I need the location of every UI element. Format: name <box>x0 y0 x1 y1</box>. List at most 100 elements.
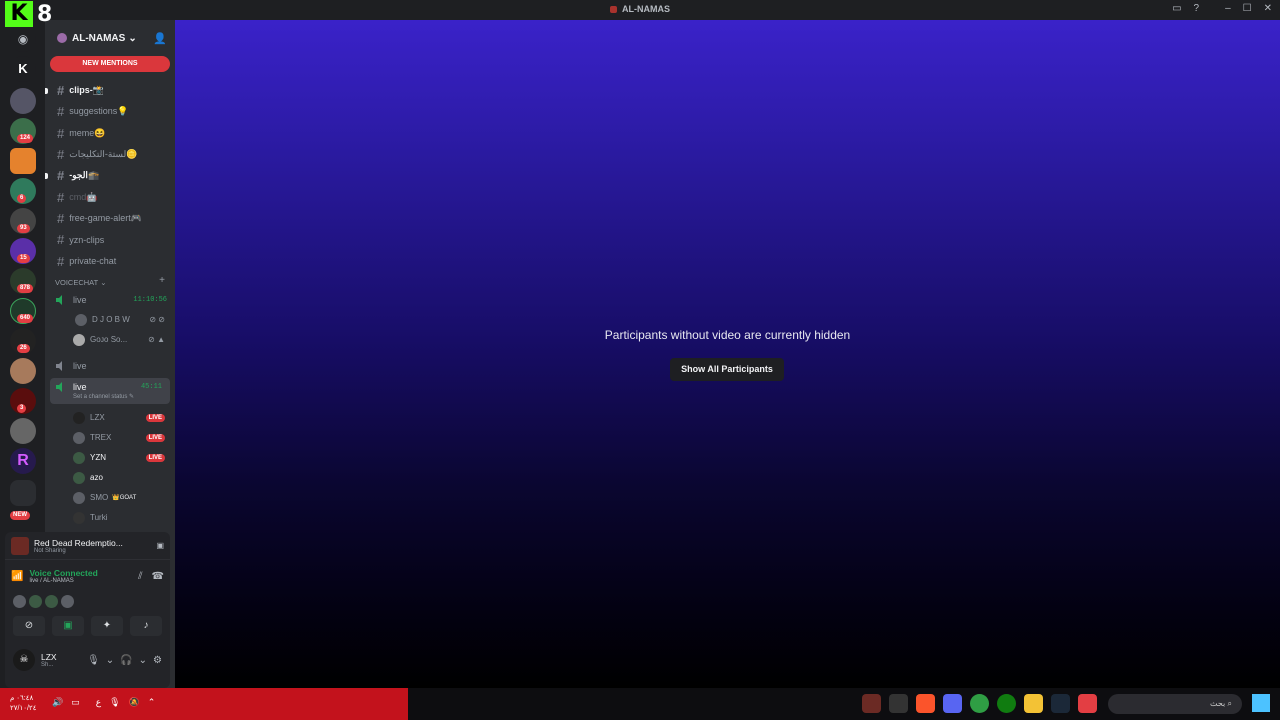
clock-time: ٠٦:٤٨ م <box>10 695 34 702</box>
channel-suggestions[interactable]: # suggestions💡 <box>45 101 175 122</box>
server-icon <box>610 6 617 13</box>
voice-buttons: ⫽ ☎ <box>138 571 164 582</box>
unread-badge: 15 <box>17 254 30 263</box>
category-voicechat[interactable]: VOICECHAT ⌄ + <box>45 272 175 290</box>
server-icon-offline[interactable] <box>10 148 36 174</box>
new-mentions-button[interactable]: NEW MENTIONS <box>50 56 170 72</box>
invite-people-icon[interactable]: 👤 <box>153 32 167 45</box>
server-folder-icon[interactable] <box>10 480 36 506</box>
channel-cmd[interactable]: # cmd🤖 <box>45 186 175 207</box>
voice-member[interactable]: Gᴏᴊᴏ Sᴏ... ⊘ ▲ <box>45 330 175 350</box>
channel-private-chat[interactable]: # private-chat <box>45 250 175 271</box>
channel-arabic-list[interactable]: # لستة-التكليجات🪙 <box>45 144 175 165</box>
discord-icon[interactable] <box>943 694 962 713</box>
taskbar-search[interactable]: بحث ⌕ <box>1108 694 1242 714</box>
channel-name: free-game-alert🎮 <box>69 212 142 223</box>
voice-member[interactable]: YZN LIVE <box>45 448 175 468</box>
chrome-icon[interactable] <box>970 694 989 713</box>
taskbar-apps <box>862 694 1097 713</box>
camera-off-button[interactable]: ⊘ <box>13 616 45 636</box>
voice-member[interactable]: D J O B W ⊘ ⊘ <box>45 310 175 330</box>
title-bar: AL-NAMAS ▭ ? – ☐ ✕ <box>0 0 1280 20</box>
avatar <box>29 594 42 608</box>
voice-member[interactable]: azo <box>45 468 175 488</box>
chevron-up-icon[interactable]: ⌃ <box>148 697 156 708</box>
create-channel-icon[interactable]: + <box>159 275 165 290</box>
game-activity[interactable]: Red Dead Redemptio... Not Sharing ▣ <box>5 532 170 560</box>
maximize-button[interactable]: ☐ <box>1243 3 1252 14</box>
avatar <box>73 511 85 524</box>
server-icon[interactable] <box>10 88 36 114</box>
voice-member[interactable]: TREX LIVE <box>45 428 175 448</box>
disconnect-icon[interactable]: ☎ <box>152 571 164 582</box>
user-avatar[interactable]: ☠ <box>13 649 35 671</box>
channel-name: suggestions💡 <box>69 106 129 117</box>
channel-meme[interactable]: # meme😆 <box>45 123 175 144</box>
search-placeholder: بحث <box>1210 699 1226 708</box>
voice-connected-label[interactable]: Voice Connected <box>29 568 97 578</box>
youtube-icon[interactable] <box>1078 694 1097 713</box>
screen-share-icon[interactable]: ▣ <box>156 541 164 550</box>
game-app-icon[interactable] <box>862 694 881 713</box>
voice-channel-live-active[interactable]: live 45:11 Set a channel status ✎ <box>50 377 170 404</box>
inbox-icon[interactable]: ▭ <box>1172 3 1181 14</box>
headphones-icon[interactable]: 🎧 <box>120 655 132 666</box>
screen-share-button[interactable]: ▣ <box>52 616 84 636</box>
activities-button[interactable]: ✦ <box>91 616 123 636</box>
gear-icon[interactable]: ⚙ <box>153 655 162 666</box>
windows-start-icon[interactable] <box>1252 694 1270 712</box>
game-icon <box>11 536 29 555</box>
channel-name: clips-📸 <box>69 85 104 96</box>
xbox-icon[interactable] <box>997 694 1016 713</box>
channel-arabic-jaw[interactable]: # -الجو🕋 <box>45 165 175 186</box>
microphone-icon[interactable]: 🎙 <box>109 697 120 708</box>
language-indicator[interactable]: ع <box>96 697 101 708</box>
display-icon[interactable]: ▭ <box>71 697 80 708</box>
volume-icon[interactable]: 🔊 <box>52 697 63 708</box>
unread-pip <box>45 172 48 179</box>
system-clock[interactable]: ٠٦:٤٨ م ٢٧/١٠/٢٤ <box>10 694 36 714</box>
app-icon[interactable] <box>889 694 908 713</box>
close-button[interactable]: ✕ <box>1264 3 1272 14</box>
channel-yzn-clips[interactable]: # yzn-clips <box>45 229 175 250</box>
soundboard-button[interactable]: ♪ <box>130 616 162 636</box>
live-badge: LIVE <box>145 413 165 422</box>
channel-free-game-alert[interactable]: # free-game-alert🎮 <box>45 208 175 229</box>
voice-channel-name: live <box>73 360 87 371</box>
channel-status[interactable]: Set a channel status ✎ <box>73 393 134 400</box>
brave-icon[interactable] <box>916 694 935 713</box>
deafened-muted-icons: ⊘ ⊘ <box>149 315 165 325</box>
muted-playstation-icons: ⊘ ▲ <box>148 335 165 345</box>
notifications-off-icon[interactable]: 🔕 <box>129 697 140 708</box>
server-icon-kick[interactable]: K <box>10 56 36 82</box>
minimize-button[interactable]: – <box>1225 3 1231 14</box>
voice-member[interactable]: SMO 👑GOAT <box>45 488 175 508</box>
discord-home-icon[interactable]: ◉ <box>10 26 36 52</box>
server-icon[interactable]: R <box>10 448 36 474</box>
noise-suppression-icon[interactable]: ⫽ <box>138 571 142 582</box>
voice-channel-live-2[interactable]: live <box>45 356 175 376</box>
chevron-down-icon[interactable]: ⌄ <box>139 655 147 666</box>
file-explorer-icon[interactable] <box>1024 694 1043 713</box>
chevron-down-icon[interactable]: ⌄ <box>106 655 114 666</box>
unread-badge: 93 <box>17 224 30 233</box>
show-all-participants-button[interactable]: Show All Participants <box>670 358 784 381</box>
channel-name: yzn-clips <box>69 234 105 245</box>
microphone-icon[interactable]: 🎙 <box>87 655 100 666</box>
server-icon[interactable] <box>10 418 36 444</box>
avatar <box>13 594 26 608</box>
voice-member[interactable]: LZX LIVE <box>45 408 175 428</box>
voice-channel-live-1[interactable]: live 11:10:56 <box>45 290 175 310</box>
member-tag: 👑GOAT <box>112 495 137 502</box>
search-icon: ⌕ <box>1227 699 1232 708</box>
speaker-icon <box>56 382 62 393</box>
server-icon[interactable] <box>10 358 36 384</box>
voice-member[interactable]: Turki <box>45 508 175 528</box>
channel-status-text: Set a channel status <box>73 394 128 401</box>
voice-connection: 📶 Voice Connected live / AL-NAMAS ⫽ ☎ <box>5 560 170 592</box>
steam-icon[interactable] <box>1051 694 1070 713</box>
help-icon[interactable]: ? <box>1194 3 1200 14</box>
user-info[interactable]: LZX Sh... <box>41 652 57 668</box>
channel-name: private-chat <box>69 256 117 267</box>
channel-clips[interactable]: # clips-📸 <box>45 80 175 101</box>
